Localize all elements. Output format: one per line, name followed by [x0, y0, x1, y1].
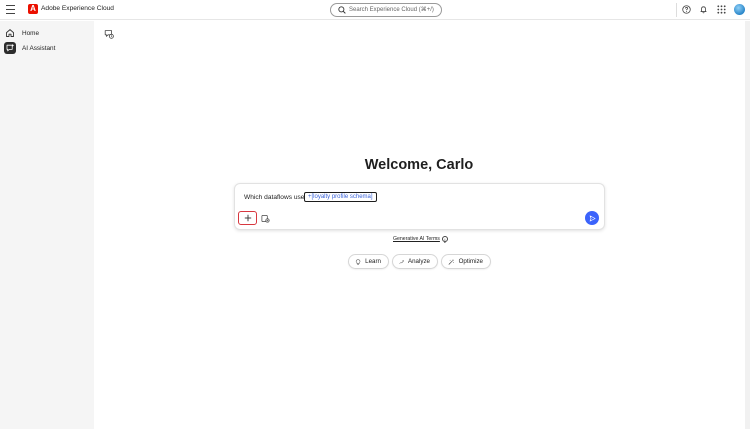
brand-name[interactable]: Adobe Experience Cloud — [41, 5, 114, 12]
scrollbar[interactable] — [745, 21, 750, 429]
adobe-logo-icon[interactable]: A — [28, 4, 38, 14]
sidebar: Home AI Assistant — [0, 21, 94, 429]
info-icon[interactable]: i — [441, 236, 448, 242]
suggestion-learn-button[interactable]: Learn — [348, 254, 389, 269]
magic-wand-icon — [448, 258, 454, 265]
avatar[interactable] — [734, 4, 745, 15]
attach-button[interactable] — [260, 213, 271, 224]
chat-history-icon[interactable] — [104, 26, 114, 39]
plus-icon — [244, 214, 251, 222]
suggestion-optimize-button[interactable]: Optimize — [441, 254, 491, 269]
search-input[interactable] — [349, 5, 437, 15]
sidebar-item-label: AI Assistant — [22, 44, 56, 52]
bell-icon[interactable] — [697, 3, 710, 16]
add-context-button[interactable] — [238, 211, 257, 225]
prompt-text[interactable]: Which dataflows use — [244, 194, 304, 201]
send-button[interactable] — [585, 211, 599, 225]
generative-ai-terms-link[interactable]: Generative AI Terms i — [393, 236, 448, 242]
ai-assistant-icon — [4, 42, 16, 54]
lightbulb-icon — [355, 258, 361, 265]
apps-grid-icon[interactable] — [715, 3, 728, 16]
top-bar: A Adobe Experience Cloud — [0, 0, 750, 20]
terms-label[interactable]: Generative AI Terms — [393, 236, 440, 242]
suggestion-label: Learn — [365, 258, 381, 265]
home-icon — [4, 27, 16, 39]
header-divider — [676, 3, 677, 17]
attachment-icon — [261, 214, 270, 223]
suggestion-label: Optimize — [458, 258, 483, 265]
menu-icon[interactable] — [6, 5, 15, 14]
prompt-composer[interactable]: Which dataflows use +[loyalty profile sc… — [234, 183, 605, 230]
help-icon[interactable] — [680, 3, 693, 16]
sidebar-item-ai-assistant[interactable]: AI Assistant — [2, 41, 92, 55]
welcome-heading: Welcome, Carlo — [364, 157, 474, 173]
send-icon — [589, 215, 595, 221]
schema-chip[interactable]: +[loyalty profile schema] — [304, 192, 377, 202]
search-icon — [338, 6, 346, 14]
suggestion-label: Analyze — [407, 258, 430, 265]
trend-icon — [399, 259, 404, 264]
search-box[interactable] — [330, 3, 442, 17]
sidebar-item-home[interactable]: Home — [2, 26, 92, 40]
sidebar-item-label: Home — [22, 29, 40, 37]
suggestion-analyze-button[interactable]: Analyze — [392, 254, 438, 269]
